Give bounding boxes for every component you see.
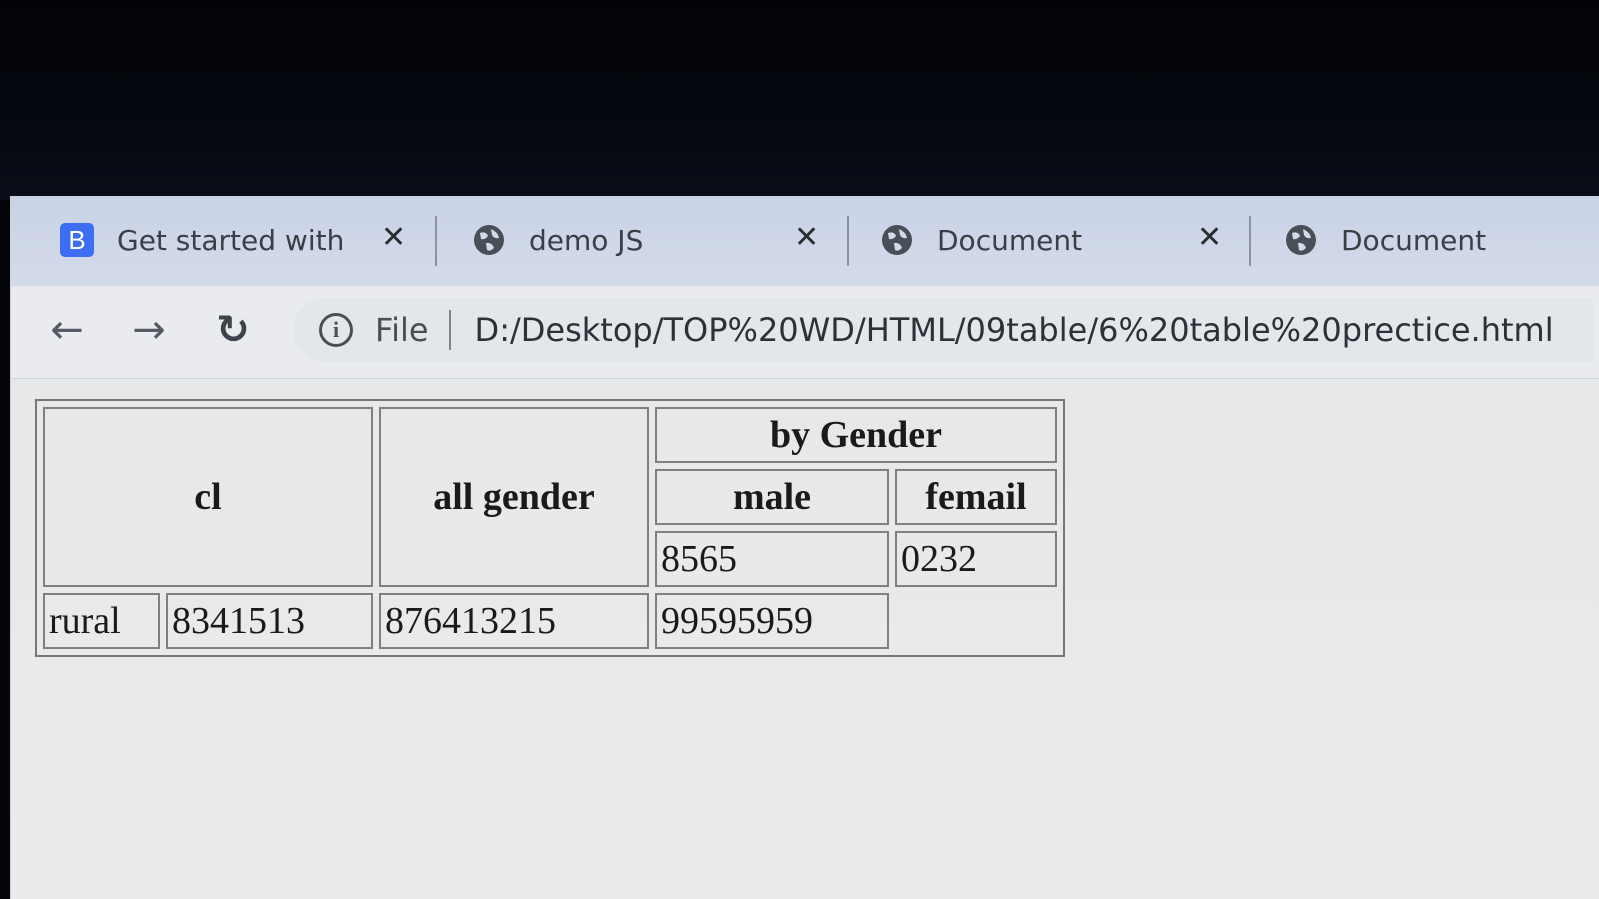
address-bar[interactable]: i File D:/Desktop/TOP%20WD/HTML/09table/… — [293, 298, 1593, 362]
close-icon[interactable]: ✕ — [381, 220, 406, 255]
table-row: rural 8341513 876413215 99595959 — [43, 593, 1057, 649]
forward-button[interactable]: → — [123, 304, 175, 356]
header-all-gender: all gender — [379, 407, 649, 587]
tab-document-2[interactable]: Document — [1283, 214, 1583, 266]
globe-icon — [1283, 222, 1319, 258]
browser-toolbar: ← → ↻ i File D:/Desktop/TOP%20WD/HTML/09… — [11, 286, 1599, 379]
header-by-gender: by Gender — [655, 407, 1057, 463]
header-cl: cl — [43, 407, 373, 587]
tab-separator — [847, 216, 849, 266]
tab-separator — [435, 216, 437, 266]
tab-title: Document — [1341, 223, 1487, 257]
cell-cl-value: 8341513 — [166, 593, 373, 649]
reload-icon: ↻ — [216, 307, 250, 353]
cell-male-value: 8565 — [655, 531, 889, 587]
page-content: cl all gender by Gender male femail 8565… — [11, 379, 1599, 899]
tab-separator — [1249, 216, 1251, 266]
address-separator — [448, 310, 451, 350]
back-arrow-icon: ← — [50, 307, 84, 353]
cell-all-gender-value: 876413215 — [379, 593, 649, 649]
header-femail: femail — [895, 469, 1057, 525]
globe-icon — [471, 222, 507, 258]
header-male: male — [655, 469, 889, 525]
info-icon[interactable]: i — [319, 313, 353, 347]
tab-title: demo JS — [529, 223, 644, 257]
scheme-label: File — [375, 311, 429, 349]
browser-window: B Get started with B ✕ demo JS ✕ Documen… — [10, 196, 1599, 899]
forward-arrow-icon: → — [132, 307, 166, 353]
tab-get-started[interactable]: B Get started with B ✕ — [59, 214, 419, 266]
cell-femail-value: 0232 — [895, 531, 1057, 587]
tab-title: Get started with B — [117, 223, 355, 257]
data-table: cl all gender by Gender male femail 8565… — [35, 399, 1065, 657]
back-button[interactable]: ← — [41, 304, 93, 356]
cell-rural: rural — [43, 593, 160, 649]
globe-icon — [879, 222, 915, 258]
tab-demo-js[interactable]: demo JS ✕ — [471, 214, 831, 266]
reload-button[interactable]: ↻ — [207, 304, 259, 356]
tab-document-1[interactable]: Document ✕ — [879, 214, 1239, 266]
tab-title: Document — [937, 223, 1083, 257]
bootstrap-favicon: B — [60, 223, 94, 257]
monitor-bezel — [0, 0, 1599, 200]
cell-male-total: 99595959 — [655, 593, 889, 649]
close-icon[interactable]: ✕ — [794, 220, 819, 255]
close-icon[interactable]: ✕ — [1197, 220, 1222, 255]
url-text[interactable]: D:/Desktop/TOP%20WD/HTML/09table/6%20tab… — [475, 311, 1554, 349]
tab-strip: B Get started with B ✕ demo JS ✕ Documen… — [11, 196, 1599, 286]
table-row: cl all gender by Gender — [43, 407, 1057, 587]
bootstrap-icon: B — [59, 222, 95, 258]
